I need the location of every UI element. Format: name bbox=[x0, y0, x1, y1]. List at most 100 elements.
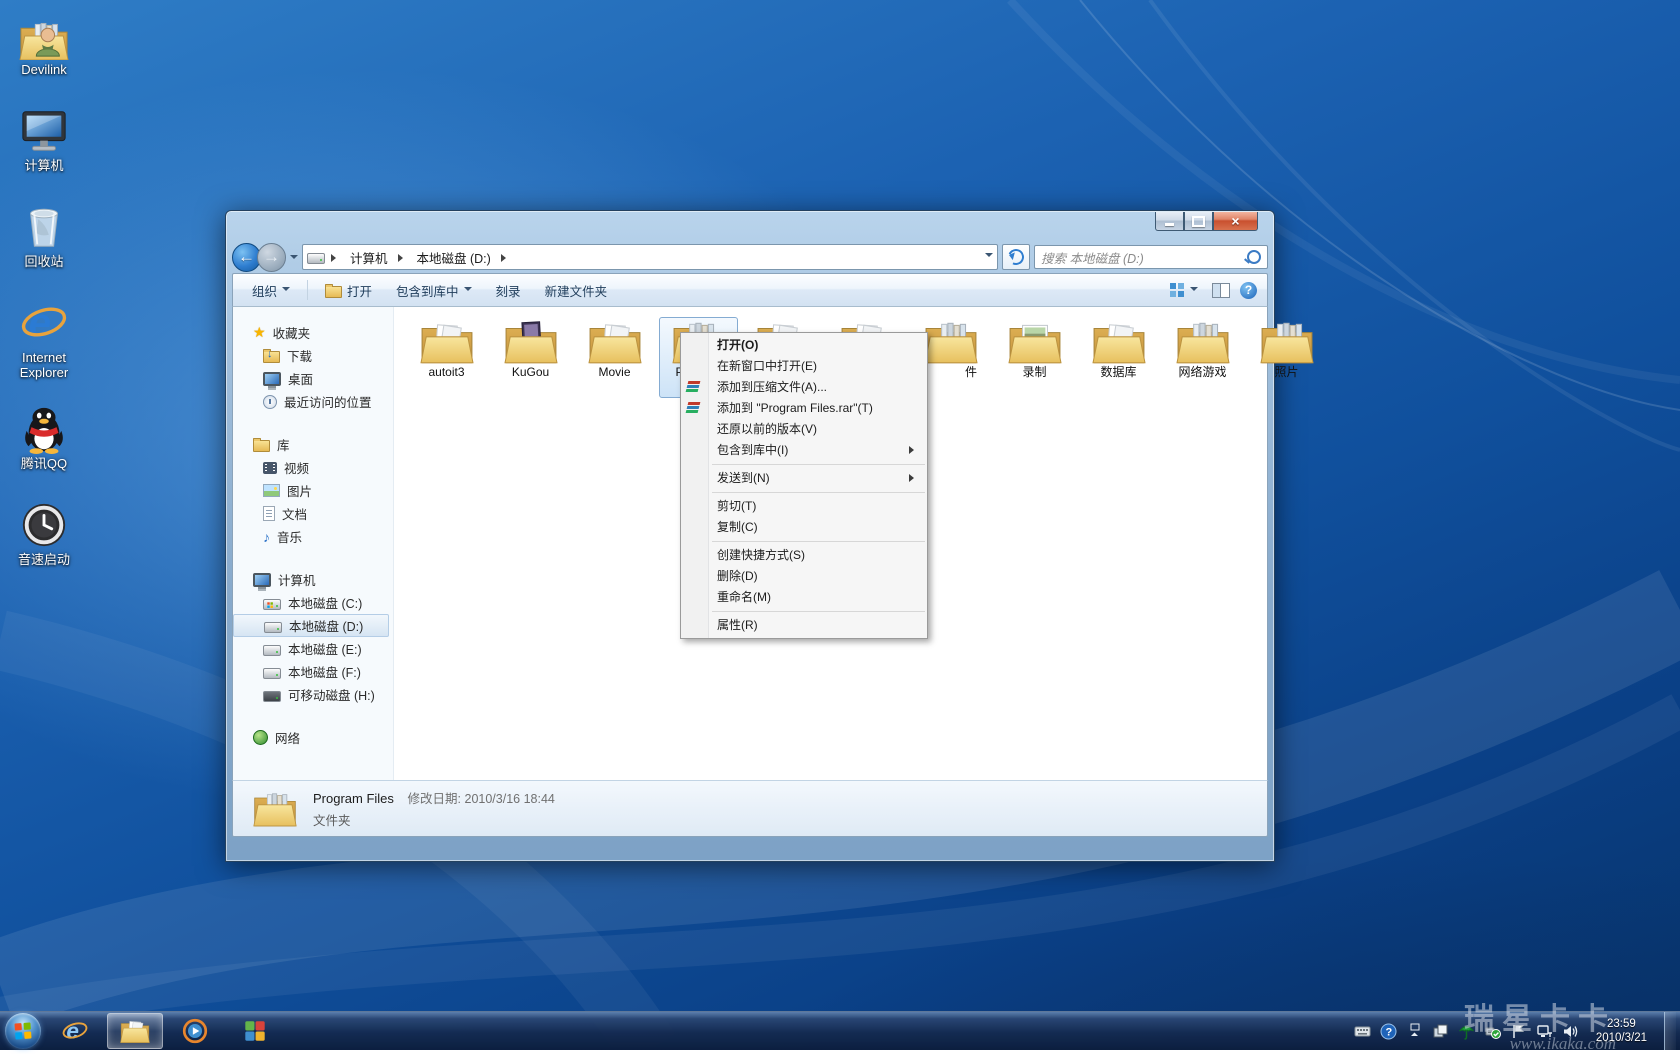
sidebar-item-downloads[interactable]: 下载 bbox=[233, 344, 393, 367]
breadcrumb-separator bbox=[398, 254, 407, 262]
desktop-icon-qq[interactable]: 腾讯QQ bbox=[0, 404, 88, 471]
menu-item-delete[interactable]: 删除(D) bbox=[681, 566, 927, 587]
burn-label: 刻录 bbox=[496, 281, 521, 300]
sidebar-item-computer[interactable]: 计算机 bbox=[233, 568, 393, 591]
action-center-flag-icon[interactable] bbox=[1510, 1023, 1527, 1040]
sidebar-item-removable-disk-h[interactable]: 可移动磁盘 (H:) bbox=[233, 683, 393, 706]
menu-item-add-to-rar[interactable]: 添加到 "Program Files.rar"(T) bbox=[681, 398, 927, 419]
app-windows-icon[interactable] bbox=[1432, 1023, 1449, 1040]
menu-item-add-to-archive[interactable]: 添加到压缩文件(A)... bbox=[681, 377, 927, 398]
taskbar-item-launcher-app[interactable] bbox=[227, 1013, 283, 1049]
taskbar-item-media-player[interactable] bbox=[167, 1013, 223, 1049]
folder-item-wangluoyouxi[interactable]: 网络游戏 bbox=[1163, 317, 1242, 398]
breadcrumb-item-local-disk-d[interactable]: 本地磁盘 (D:) bbox=[413, 246, 495, 269]
taskbar: e ? bbox=[0, 1011, 1680, 1050]
input-keyboard-icon[interactable] bbox=[1354, 1023, 1371, 1040]
taskbar-item-windows-explorer[interactable] bbox=[107, 1013, 163, 1049]
folder-item-zhaopian[interactable]: 照片 bbox=[1247, 317, 1326, 398]
sidebar-item-libraries[interactable]: 库 bbox=[233, 433, 393, 456]
desktop-icon-label: 回收站 bbox=[0, 254, 88, 269]
burn-button[interactable]: 刻录 bbox=[487, 277, 530, 304]
preview-pane-icon[interactable] bbox=[1212, 283, 1230, 298]
search-input[interactable]: 搜索 本地磁盘 (D:) bbox=[1034, 245, 1268, 269]
sidebar-item-music[interactable]: 音乐 bbox=[233, 525, 393, 548]
network-icon bbox=[253, 730, 268, 745]
menu-item-open[interactable]: 打开(O) bbox=[681, 335, 927, 356]
start-button[interactable] bbox=[5, 1013, 41, 1049]
folder-item-movie[interactable]: Movie bbox=[575, 317, 654, 398]
desktop-icon-devilink[interactable]: Devilink bbox=[0, 10, 88, 77]
window-titlebar[interactable]: × bbox=[232, 211, 1268, 241]
drive-icon bbox=[263, 645, 281, 656]
folder-item-shujuku[interactable]: 数据库 bbox=[1079, 317, 1158, 398]
menu-item-send-to[interactable]: 发送到(N) bbox=[681, 468, 927, 489]
recent-pages-dropdown[interactable] bbox=[290, 255, 298, 263]
documents-icon bbox=[263, 506, 275, 521]
desktop-icon-recycle-bin[interactable]: 回收站 bbox=[0, 202, 88, 269]
svg-text:e: e bbox=[66, 1019, 79, 1044]
sidebar-label: 本地磁盘 (D:) bbox=[289, 616, 363, 635]
sidebar-item-videos[interactable]: 视频 bbox=[233, 456, 393, 479]
sidebar-item-network[interactable]: 网络 bbox=[233, 726, 393, 749]
desktop-icon-computer[interactable]: 计算机 bbox=[0, 106, 88, 173]
sidebar-label: 下载 bbox=[287, 346, 312, 365]
menu-item-create-shortcut[interactable]: 创建快捷方式(S) bbox=[681, 545, 927, 566]
folder-label: 录制 bbox=[998, 365, 1071, 380]
menu-item-rename[interactable]: 重命名(M) bbox=[681, 587, 927, 608]
usb-safely-remove-icon[interactable] bbox=[1484, 1023, 1501, 1040]
rising-umbrella-icon[interactable] bbox=[1458, 1023, 1475, 1040]
forward-button[interactable]: → bbox=[257, 243, 286, 272]
network-icon[interactable] bbox=[1536, 1023, 1553, 1040]
include-in-library-button[interactable]: 包含到库中 bbox=[387, 277, 481, 304]
menu-item-cut[interactable]: 剪切(T) bbox=[681, 496, 927, 517]
taskbar-item-internet-explorer[interactable]: e bbox=[47, 1013, 103, 1049]
sidebar-item-documents[interactable]: 文档 bbox=[233, 502, 393, 525]
breadcrumb-separator bbox=[501, 254, 510, 262]
sidebar-label: 视频 bbox=[284, 458, 309, 477]
sidebar-item-desktop[interactable]: 桌面 bbox=[233, 367, 393, 390]
menu-item-copy[interactable]: 复制(C) bbox=[681, 517, 927, 538]
organize-button[interactable]: 组织 bbox=[243, 277, 299, 304]
sidebar-item-recent-places[interactable]: 最近访问的位置 bbox=[233, 390, 393, 413]
menu-item-include-in-library[interactable]: 包含到库中(I) bbox=[681, 440, 927, 461]
minimize-button[interactable] bbox=[1155, 212, 1184, 231]
recent-places-icon bbox=[263, 395, 277, 409]
search-icon bbox=[1247, 250, 1261, 264]
menu-item-restore-previous[interactable]: 还原以前的版本(V) bbox=[681, 419, 927, 440]
folder-icon bbox=[924, 320, 978, 364]
menu-item-open-new-window[interactable]: 在新窗口中打开(E) bbox=[681, 356, 927, 377]
folder-item-luzhi[interactable]: 录制 bbox=[995, 317, 1074, 398]
breadcrumb-item-computer[interactable]: 计算机 bbox=[346, 246, 392, 269]
help-icon[interactable] bbox=[1240, 282, 1257, 299]
close-button[interactable]: × bbox=[1213, 212, 1258, 231]
sidebar-label: 最近访问的位置 bbox=[284, 392, 372, 411]
folder-item-kugou[interactable]: KuGou bbox=[491, 317, 570, 398]
videos-icon bbox=[263, 462, 277, 474]
hidden-icons-chevron[interactable] bbox=[1406, 1023, 1423, 1040]
menu-item-properties[interactable]: 属性(R) bbox=[681, 615, 927, 636]
sidebar-item-pictures[interactable]: 图片 bbox=[233, 479, 393, 502]
desktop-icon-internet-explorer[interactable]: e Internet Explorer bbox=[0, 298, 88, 380]
search-placeholder: 搜索 本地磁盘 (D:) bbox=[1041, 248, 1247, 267]
sidebar-item-local-disk-f[interactable]: 本地磁盘 (F:) bbox=[233, 660, 393, 683]
folder-icon bbox=[420, 320, 474, 364]
sidebar-item-favorites[interactable]: 收藏夹 bbox=[233, 321, 393, 344]
refresh-button[interactable] bbox=[1002, 244, 1030, 270]
taskbar-clock[interactable]: 23:59 2010/3/21 bbox=[1588, 1017, 1655, 1045]
desktop-icon-label: Internet Explorer bbox=[0, 350, 88, 380]
volume-icon[interactable] bbox=[1562, 1023, 1579, 1040]
change-view-button[interactable] bbox=[1166, 279, 1202, 301]
sidebar-item-local-disk-d[interactable]: 本地磁盘 (D:) bbox=[233, 614, 389, 637]
vstart-clock-icon bbox=[19, 500, 69, 550]
maximize-button[interactable] bbox=[1184, 212, 1213, 231]
address-bar-row: ← → 计算机 本地磁盘 (D:) 搜索 本地磁盘 (D:) bbox=[232, 241, 1268, 273]
show-desktop-button[interactable] bbox=[1664, 1012, 1676, 1050]
desktop-icon-vstart[interactable]: 音速启动 bbox=[0, 500, 88, 567]
folder-item-autoit3[interactable]: autoit3 bbox=[407, 317, 486, 398]
new-folder-button[interactable]: 新建文件夹 bbox=[536, 277, 617, 304]
address-history-dropdown[interactable] bbox=[985, 253, 993, 261]
open-button[interactable]: 打开 bbox=[316, 277, 381, 304]
help-icon[interactable]: ? bbox=[1380, 1023, 1397, 1040]
sidebar-item-local-disk-e[interactable]: 本地磁盘 (E:) bbox=[233, 637, 393, 660]
sidebar-item-local-disk-c[interactable]: 本地磁盘 (C:) bbox=[233, 591, 393, 614]
